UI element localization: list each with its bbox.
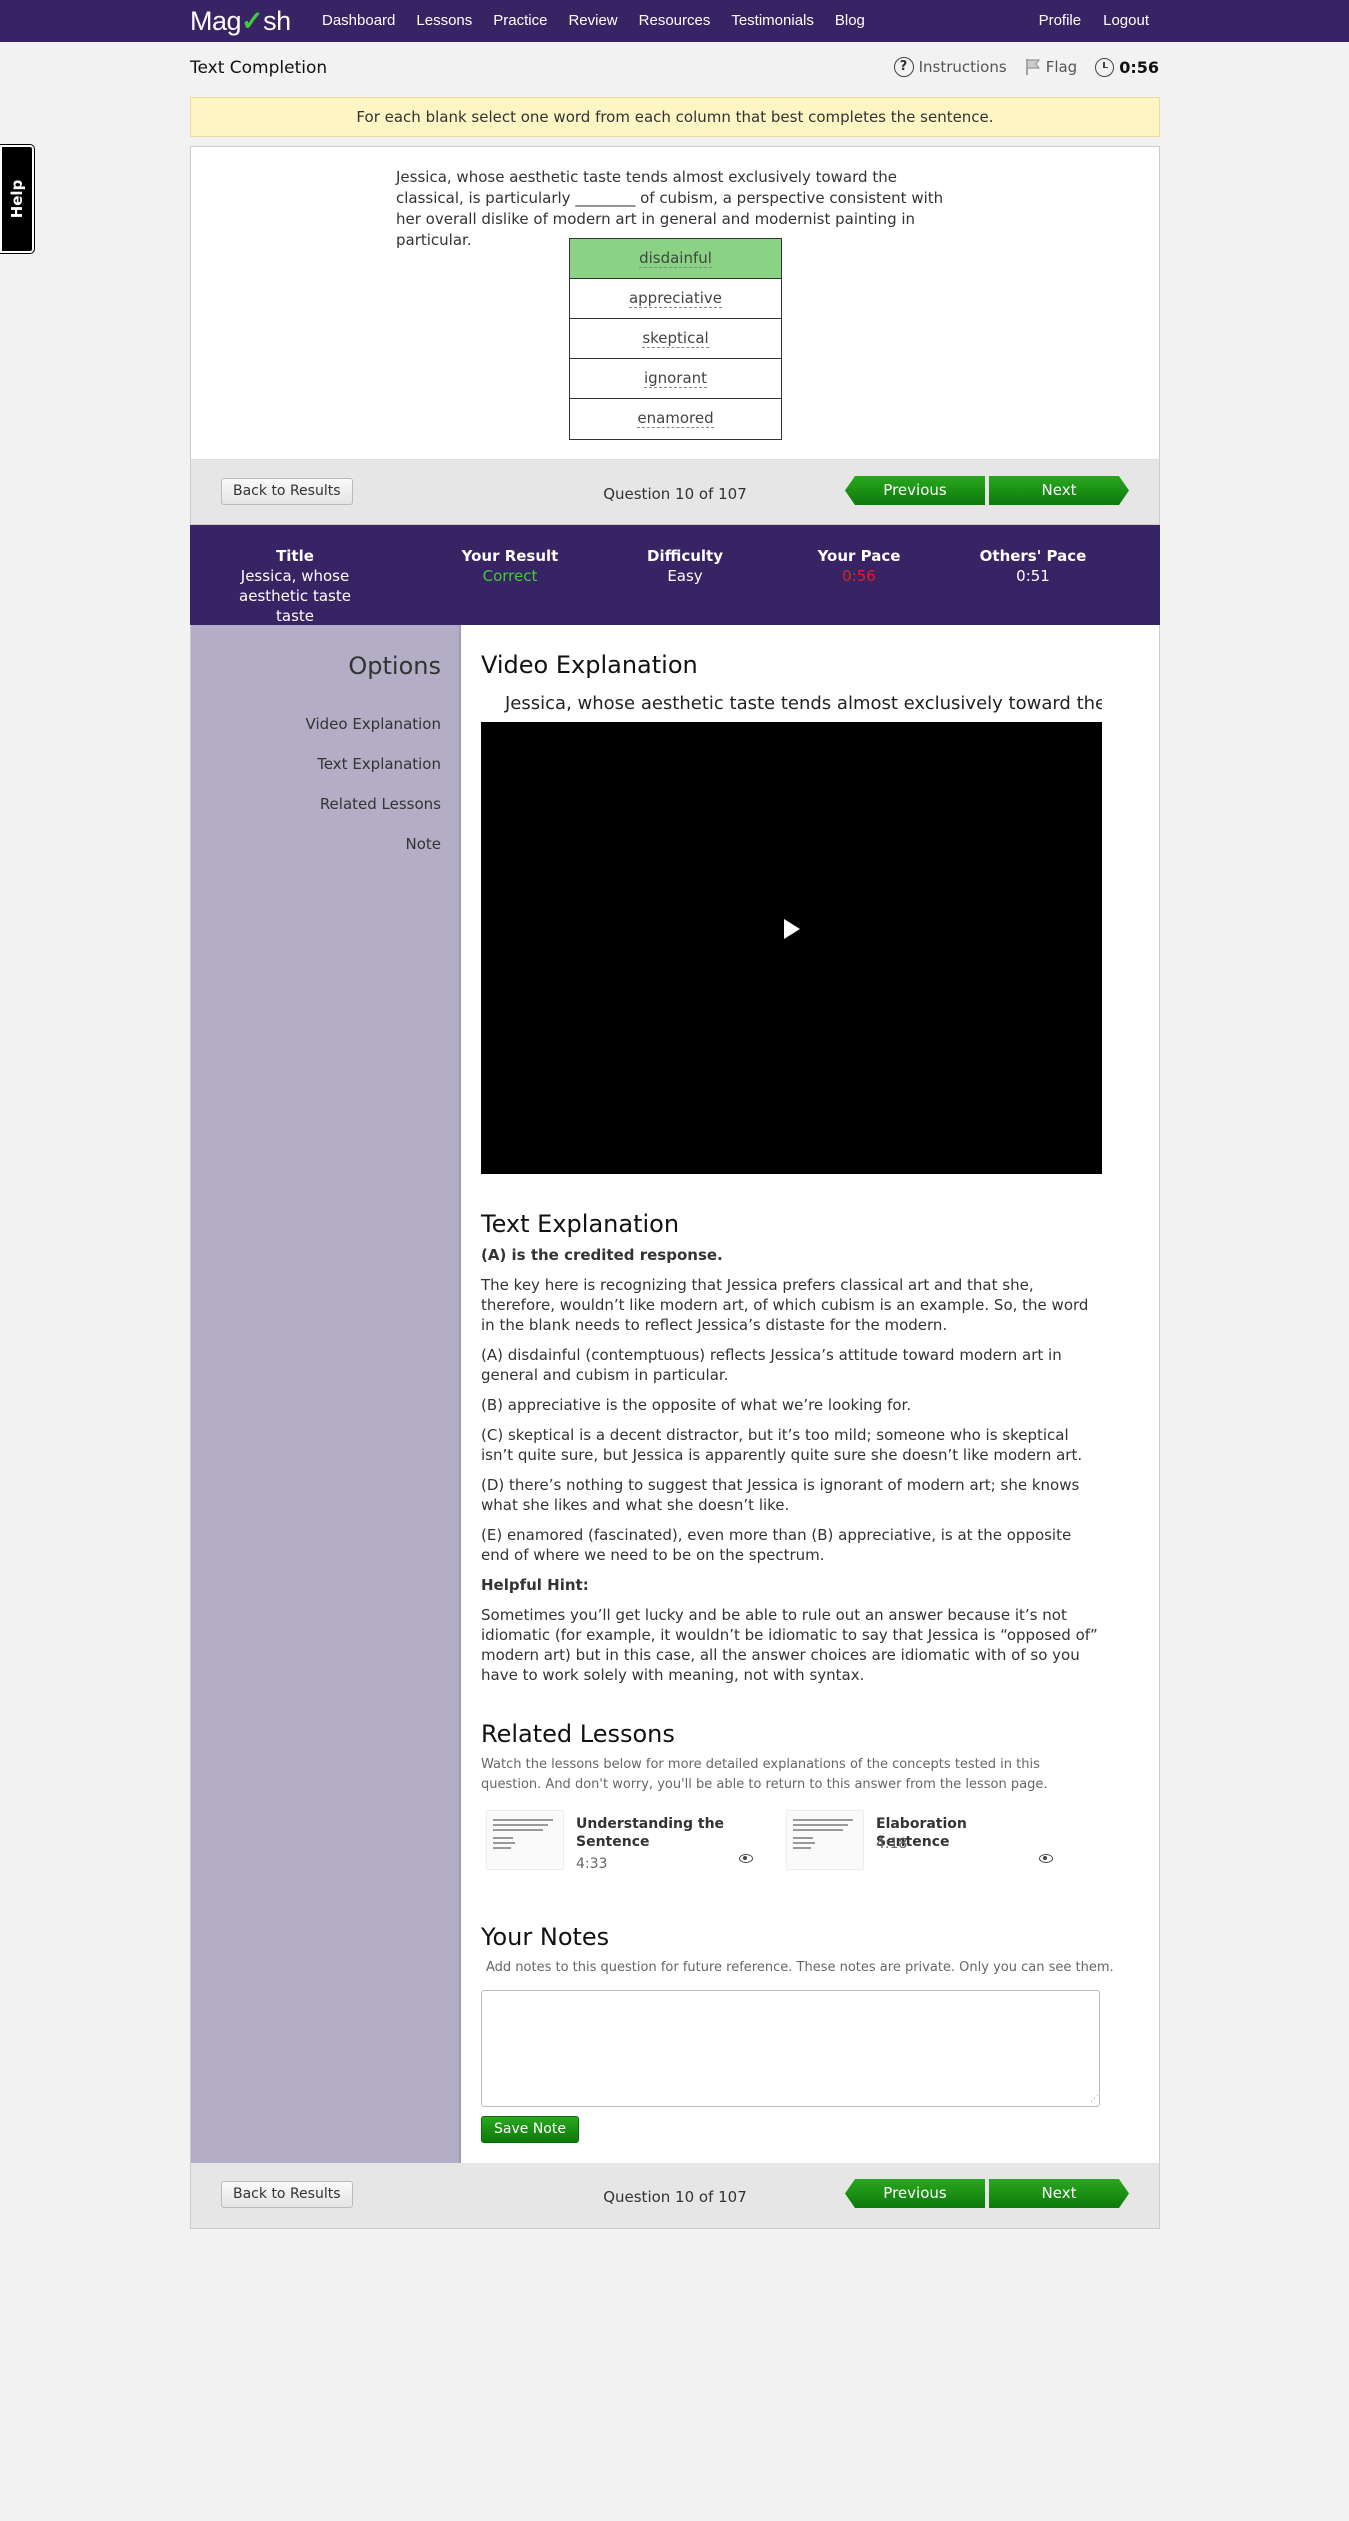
top-nav: Mag✓sh Dashboard Lessons Practice Review… (0, 0, 1349, 42)
credited-response: (A) is the credited response. (481, 1246, 723, 1264)
resize-grip-icon[interactable]: ⋰ (1090, 2094, 1099, 2104)
lesson-card[interactable]: Understanding the Sentence 4:33 (481, 1810, 761, 1872)
timer-value: 0:56 (1119, 57, 1159, 77)
instructions-button[interactable]: ? Instructions (893, 57, 1007, 77)
explanation-content: Video Explanation Jessica, whose aesthet… (461, 625, 1160, 2163)
question-navbar-bottom: Back to Results Question 10 of 107 Previ… (190, 2163, 1160, 2229)
option-note[interactable]: Note (405, 835, 441, 853)
question-circle-icon: ? (893, 57, 914, 77)
nav-logout[interactable]: Logout (1103, 12, 1149, 29)
choice-skeptical[interactable]: skeptical (570, 319, 781, 359)
help-tab[interactable]: Help (0, 144, 35, 254)
nav-review[interactable]: Review (568, 12, 617, 29)
lesson-duration: 4:18 (876, 1836, 908, 1852)
text-explanation-heading: Text Explanation (481, 1210, 680, 1238)
options-sidebar: Options Video Explanation Text Explanati… (190, 625, 462, 2163)
nav-practice[interactable]: Practice (493, 12, 547, 29)
option-text-explanation[interactable]: Text Explanation (317, 755, 441, 773)
choice-appreciative[interactable]: appreciative (570, 279, 781, 319)
magoosh-logo[interactable]: Mag✓sh (190, 6, 291, 37)
your-notes-heading: Your Notes (481, 1923, 610, 1951)
stat-your-pace: Your Pace 0:56 (817, 547, 901, 585)
flag-button[interactable]: Flag (1025, 58, 1077, 76)
lesson-card[interactable]: Elaboration Sentence 4:18 (781, 1810, 1061, 1870)
notes-textarea[interactable] (481, 1990, 1100, 2107)
answer-choices: disdainful appreciative skeptical ignora… (569, 238, 782, 440)
related-lessons-heading: Related Lessons (481, 1720, 675, 1748)
previous-button[interactable]: Previous (845, 2179, 985, 2208)
choice-enamored[interactable]: enamored (570, 399, 781, 439)
lesson-title[interactable]: Understanding the Sentence (576, 1815, 726, 1851)
lesson-thumbnail (786, 1810, 864, 1870)
nav-lessons[interactable]: Lessons (416, 12, 472, 29)
notes-description: Add notes to this question for future re… (486, 1960, 1114, 1975)
text-explanation-body: (A) is the credited response. The key he… (481, 1245, 1102, 1695)
nav-resources[interactable]: Resources (639, 12, 711, 29)
previous-button[interactable]: Previous (845, 476, 985, 505)
result-correct: Correct (482, 567, 538, 585)
save-note-button[interactable]: Save Note (481, 2116, 579, 2143)
stat-difficulty: Difficulty Easy (647, 547, 723, 585)
options-title: Options (348, 652, 441, 680)
result-stats: Title Jessica, whose aesthetic taste tas… (190, 525, 1160, 625)
video-caption: Jessica, whose aesthetic taste tends alm… (481, 686, 1102, 722)
option-video-explanation[interactable]: Video Explanation (306, 715, 441, 733)
lesson-duration: 4:33 (576, 1856, 608, 1872)
related-lessons-description: Watch the lessons below for more detaile… (481, 1757, 1048, 1792)
play-icon[interactable] (784, 919, 800, 939)
question-type-title: Text Completion (190, 58, 328, 78)
nav-testimonials[interactable]: Testimonials (731, 12, 814, 29)
helpful-hint-label: Helpful Hint: (481, 1576, 589, 1594)
question-panel: Jessica, whose aesthetic taste tends alm… (190, 146, 1160, 459)
next-button[interactable]: Next (989, 2179, 1129, 2208)
back-to-results-button[interactable]: Back to Results (221, 2181, 353, 2208)
stat-title: Title Jessica, whose aesthetic taste tas… (239, 547, 351, 625)
video-explanation-heading: Video Explanation (481, 651, 698, 679)
choice-ignorant[interactable]: ignorant (570, 359, 781, 399)
question-navbar-top: Back to Results Question 10 of 107 Previ… (190, 459, 1160, 525)
next-button[interactable]: Next (989, 476, 1129, 505)
nav-profile[interactable]: Profile (1039, 12, 1082, 29)
option-related-lessons[interactable]: Related Lessons (320, 795, 441, 813)
back-to-results-button[interactable]: Back to Results (221, 478, 353, 505)
question-tools: ? Instructions Flag 0:56 (876, 57, 1159, 77)
choice-disdainful[interactable]: disdainful (570, 239, 781, 279)
instruction-banner: For each blank select one word from each… (190, 97, 1160, 137)
nav-dashboard[interactable]: Dashboard (322, 12, 395, 29)
flag-icon (1025, 59, 1040, 75)
helpful-hint-text: Sometimes you’ll get lucky and be able t… (481, 1606, 1098, 1684)
logo-check-icon: ✓ (241, 6, 264, 36)
timer: 0:56 (1095, 57, 1159, 77)
clock-icon (1095, 57, 1115, 77)
nav-blog[interactable]: Blog (835, 12, 865, 29)
lesson-thumbnail (486, 1810, 564, 1870)
stat-result: Your Result Correct (445, 546, 575, 586)
eye-icon[interactable] (1039, 1854, 1053, 1863)
stat-others-pace: Others' Pace 0:51 (979, 547, 1087, 585)
eye-icon[interactable] (739, 1854, 753, 1863)
video-player[interactable]: Jessica, whose aesthetic taste tends alm… (481, 686, 1102, 1174)
